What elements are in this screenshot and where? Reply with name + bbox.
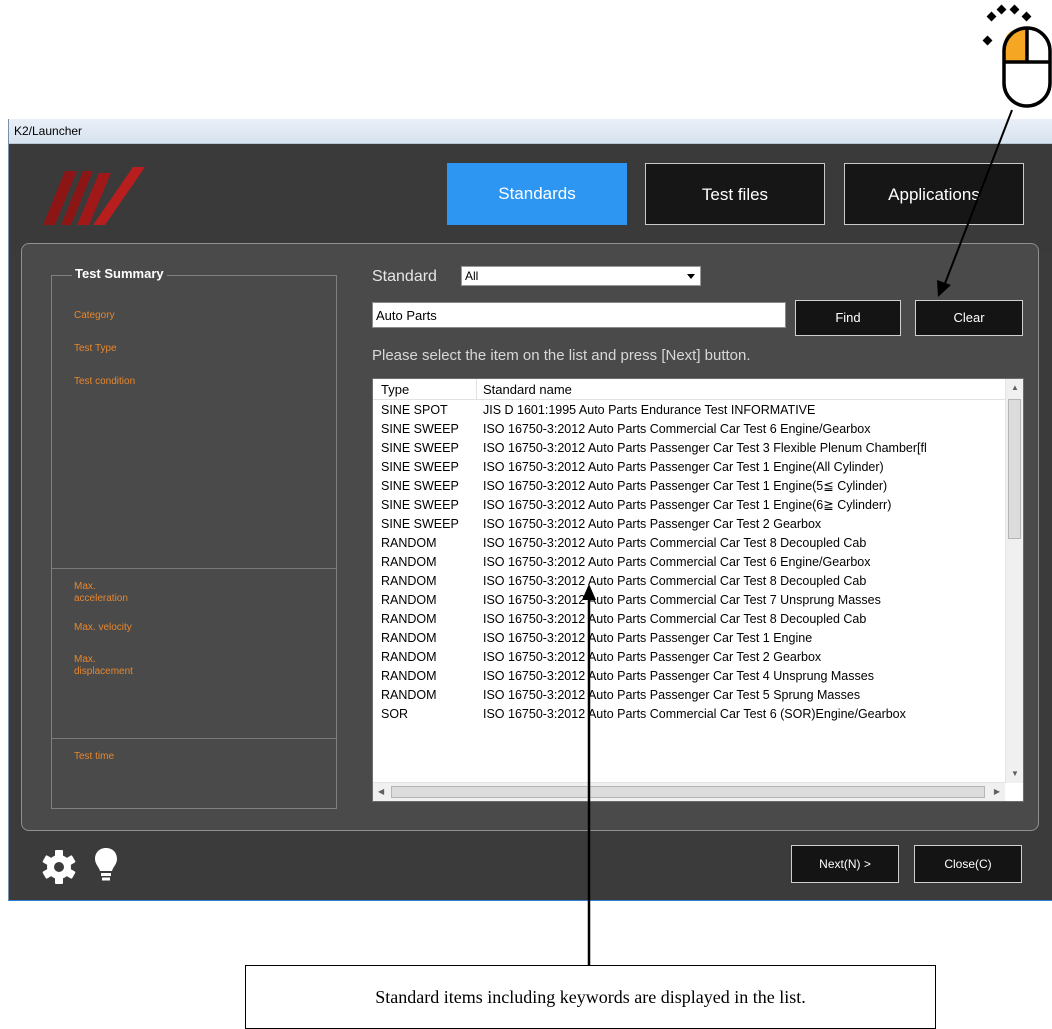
list-item-standard-name: JIS D 1601:1995 Auto Parts Endurance Tes… (483, 403, 816, 417)
test-type-label: Test Type (74, 343, 117, 354)
list-item-type: SINE SWEEP (381, 479, 459, 493)
standard-select[interactable]: All (461, 266, 701, 286)
main-panel: Test Summary Category Test Type Test con… (21, 243, 1039, 831)
list-item-type: RANDOM (381, 536, 437, 550)
list-item[interactable]: SINE SWEEP ISO 16750-3:2012 Auto Parts Pa… (373, 515, 1005, 534)
scroll-left-icon[interactable]: ◀ (378, 787, 384, 796)
list-item[interactable]: RANDOM ISO 16750-3:2012 Auto Parts Passen… (373, 686, 1005, 705)
list-item[interactable]: SINE SPOT JIS D 1601:1995 Auto Parts Endu… (373, 401, 1005, 420)
test-time-label: Test time (74, 751, 115, 762)
list-item-standard-name: ISO 16750-3:2012 Auto Parts Passenger Ca… (483, 669, 874, 683)
summary-divider (52, 738, 336, 739)
find-button[interactable]: Find (795, 300, 901, 336)
tab-test-files[interactable]: Test files (645, 163, 825, 225)
vertical-scroll-thumb[interactable] (1008, 399, 1021, 539)
list-item[interactable]: SINE SWEEP ISO 16750-3:2012 Auto Parts Pa… (373, 496, 1005, 515)
standard-select-value: All (465, 269, 479, 283)
max-displacement-label: Max. displacement (74, 654, 133, 677)
list-item-type: RANDOM (381, 593, 437, 607)
gear-icon[interactable] (41, 849, 77, 885)
next-button[interactable]: Next(N) > (791, 845, 899, 883)
list-item-type: SINE SWEEP (381, 422, 459, 436)
standards-list[interactable]: Type Standard name SINE SPOT JIS D 1601:1… (372, 378, 1024, 802)
list-item-type: RANDOM (381, 650, 437, 664)
clear-button[interactable]: Clear (915, 300, 1023, 336)
max-velocity-label: Max. velocity (74, 622, 132, 633)
list-item-type: RANDOM (381, 612, 437, 626)
list-item[interactable]: SINE SWEEP ISO 16750-3:2012 Auto Parts Pa… (373, 439, 1005, 458)
chevron-down-icon (687, 274, 695, 279)
lightbulb-icon[interactable] (93, 847, 119, 883)
test-summary-title: Test Summary (72, 266, 167, 281)
list-item-type: SINE SWEEP (381, 460, 459, 474)
list-item[interactable]: SINE SWEEP ISO 16750-3:2012 Auto Parts Co… (373, 420, 1005, 439)
list-item-type: RANDOM (381, 631, 437, 645)
list-item[interactable]: SINE SWEEP ISO 16750-3:2012 Auto Parts Pa… (373, 477, 1005, 496)
column-header-standard-name[interactable]: Standard name (483, 382, 572, 397)
list-item-standard-name: ISO 16750-3:2012 Auto Parts Passenger Ca… (483, 650, 822, 664)
list-item-standard-name: ISO 16750-3:2012 Auto Parts Passenger Ca… (483, 688, 861, 702)
launcher-window: K2/Launcher Standards Test files Applica… (8, 119, 1052, 901)
list-item[interactable]: RANDOM ISO 16750-3:2012 Auto Parts Commer… (373, 610, 1005, 629)
list-item-standard-name: ISO 16750-3:2012 Auto Parts Commercial C… (483, 593, 881, 607)
top-bar: Standards Test files Applications (9, 145, 1052, 253)
list-item[interactable]: RANDOM ISO 16750-3:2012 Auto Parts Commer… (373, 534, 1005, 553)
list-item-type: RANDOM (381, 688, 437, 702)
list-item[interactable]: RANDOM ISO 16750-3:2012 Auto Parts Passen… (373, 667, 1005, 686)
vertical-scrollbar[interactable]: ▲ ▼ (1005, 379, 1023, 783)
list-item-type: SINE SWEEP (381, 517, 459, 531)
list-item-standard-name: ISO 16750-3:2012 Auto Parts Passenger Ca… (483, 441, 927, 455)
list-item-standard-name: ISO 16750-3:2012 Auto Parts Passenger Ca… (483, 498, 892, 512)
horizontal-scroll-thumb[interactable] (391, 786, 985, 798)
close-button[interactable]: Close(C) (914, 845, 1022, 883)
max-acceleration-label: Max. acceleration (74, 581, 128, 604)
horizontal-scrollbar[interactable]: ◀ ▶ (373, 782, 1005, 801)
list-item-standard-name: ISO 16750-3:2012 Auto Parts Commercial C… (483, 536, 867, 550)
list-item-type: RANDOM (381, 555, 437, 569)
scroll-down-icon[interactable]: ▼ (1011, 769, 1019, 778)
list-item[interactable]: SOR ISO 16750-3:2012 Auto Parts Commercia… (373, 705, 1005, 724)
summary-divider (52, 568, 336, 569)
list-item-standard-name: ISO 16750-3:2012 Auto Parts Commercial C… (483, 422, 871, 436)
list-item[interactable]: RANDOM ISO 16750-3:2012 Auto Parts Commer… (373, 572, 1005, 591)
list-item-type: SINE SWEEP (381, 441, 459, 455)
list-item[interactable]: SINE SWEEP ISO 16750-3:2012 Auto Parts Pa… (373, 458, 1005, 477)
company-logo (43, 167, 145, 225)
list-item[interactable]: RANDOM ISO 16750-3:2012 Auto Parts Commer… (373, 553, 1005, 572)
window-title: K2/Launcher (9, 119, 1052, 144)
tab-applications[interactable]: Applications (844, 163, 1024, 225)
annotation-callout: Standard items including keywords are di… (245, 965, 936, 1029)
list-item-type: RANDOM (381, 669, 437, 683)
column-header-type[interactable]: Type (381, 382, 409, 397)
list-item-type: SINE SWEEP (381, 498, 459, 512)
list-item-standard-name: ISO 16750-3:2012 Auto Parts Commercial C… (483, 555, 871, 569)
category-label: Category (74, 310, 115, 321)
tab-standards[interactable]: Standards (447, 163, 627, 225)
test-condition-label: Test condition (74, 376, 136, 387)
list-item-type: SOR (381, 707, 409, 721)
list-item-type: RANDOM (381, 574, 437, 588)
standard-label: Standard (372, 268, 437, 285)
scroll-right-icon[interactable]: ▶ (994, 787, 1000, 796)
list-item-type: SINE SPOT (381, 403, 448, 417)
list-item-standard-name: ISO 16750-3:2012 Auto Parts Passenger Ca… (483, 460, 884, 474)
list-item-standard-name: ISO 16750-3:2012 Auto Parts Passenger Ca… (483, 631, 813, 645)
column-separator (476, 379, 477, 399)
list-rows: SINE SPOT JIS D 1601:1995 Auto Parts Endu… (373, 401, 1005, 783)
test-summary-group: Test Summary Category Test Type Test con… (51, 266, 337, 809)
list-item-standard-name: ISO 16750-3:2012 Auto Parts Passenger Ca… (483, 517, 822, 531)
list-item-standard-name: ISO 16750-3:2012 Auto Parts Commercial C… (483, 612, 867, 626)
list-item-standard-name: ISO 16750-3:2012 Auto Parts Commercial C… (483, 707, 906, 721)
search-input[interactable] (372, 302, 786, 328)
scroll-up-icon[interactable]: ▲ (1011, 383, 1019, 392)
mouse-left-click-icon (982, 4, 1052, 108)
instruction-text: Please select the item on the list and p… (372, 347, 751, 364)
list-item-standard-name: ISO 16750-3:2012 Auto Parts Commercial C… (483, 574, 867, 588)
list-item[interactable]: RANDOM ISO 16750-3:2012 Auto Parts Commer… (373, 591, 1005, 610)
list-header: Type Standard name (373, 379, 1005, 400)
list-item[interactable]: RANDOM ISO 16750-3:2012 Auto Parts Passen… (373, 648, 1005, 667)
list-item[interactable]: RANDOM ISO 16750-3:2012 Auto Parts Passen… (373, 629, 1005, 648)
list-item-standard-name: ISO 16750-3:2012 Auto Parts Passenger Ca… (483, 479, 888, 493)
